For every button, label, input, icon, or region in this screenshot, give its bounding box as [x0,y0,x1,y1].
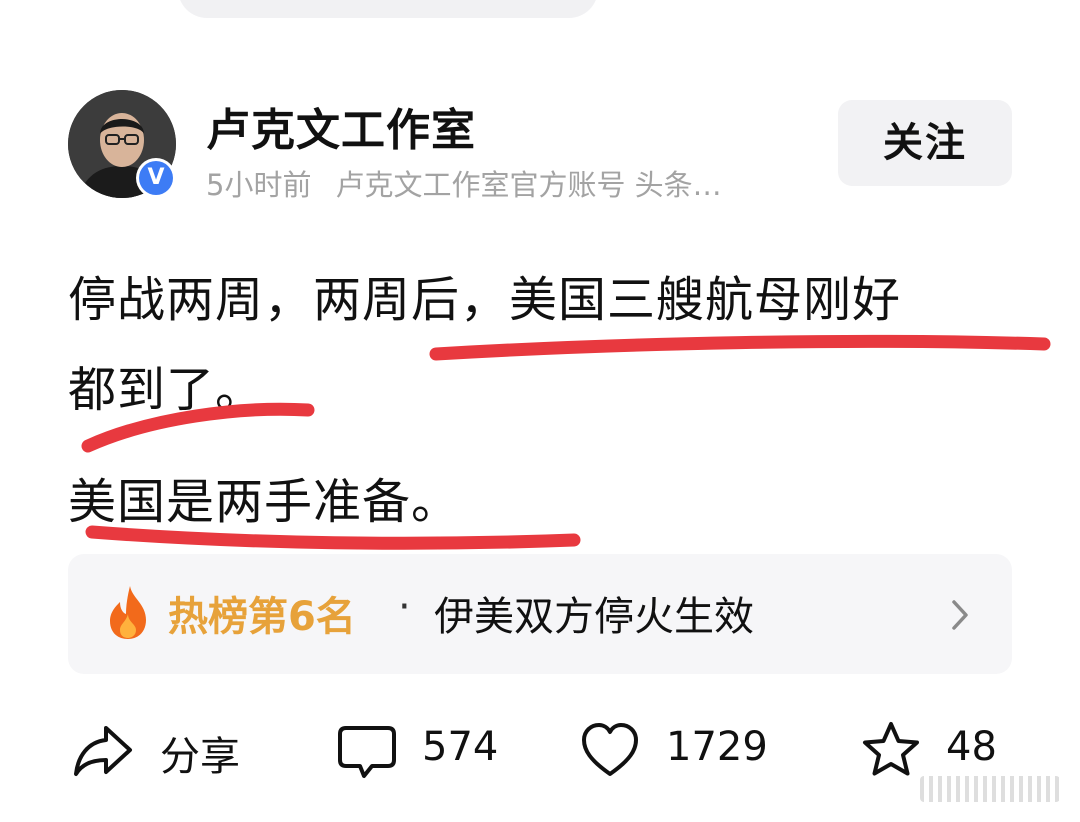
like-count: 1729 [666,724,768,770]
comment-icon [338,726,396,778]
follow-button[interactable]: 关注 [838,100,1012,186]
favorite-button[interactable]: 48 [860,720,1010,780]
post-meta: 5小时前 卢克文工作室官方账号 头条… [206,162,722,204]
underline-mark [429,334,1051,361]
post-text-line: 停战两周，两周后，美国三艘航母刚好 [68,272,902,328]
heart-icon [582,723,638,776]
like-button[interactable]: 1729 [580,720,780,780]
hot-rank-label: 热榜第6名 [168,594,356,640]
share-label: 分享 [160,734,240,780]
verified-icon: V [139,161,173,195]
star-icon [863,722,919,776]
fire-icon [110,586,146,639]
chevron-right-icon [952,600,968,630]
share-icon [74,726,132,776]
separator-dot: · [398,584,411,630]
favorite-count: 48 [946,724,997,770]
hot-list-card[interactable]: 热榜第6名 · 伊美双方停火生效 [68,554,1012,674]
post-text-line: 都到了。 [68,362,265,418]
verified-badge: V [136,158,176,198]
author-description: 卢克文工作室官方账号 头条… [335,168,722,202]
comment-count: 574 [422,724,499,770]
author-name[interactable]: 卢克文工作室 [206,94,476,158]
comment-button[interactable]: 574 [336,720,516,780]
post-text-line: 美国是两手准备。 [68,474,461,530]
share-button[interactable]: 分享 [72,720,262,780]
post-time: 5小时前 [206,168,312,202]
underline-mark [85,525,581,550]
top-search-pill[interactable] [178,0,598,18]
hot-topic-title: 伊美双方停火生效 [434,594,754,640]
watermark-strip [920,776,1060,802]
